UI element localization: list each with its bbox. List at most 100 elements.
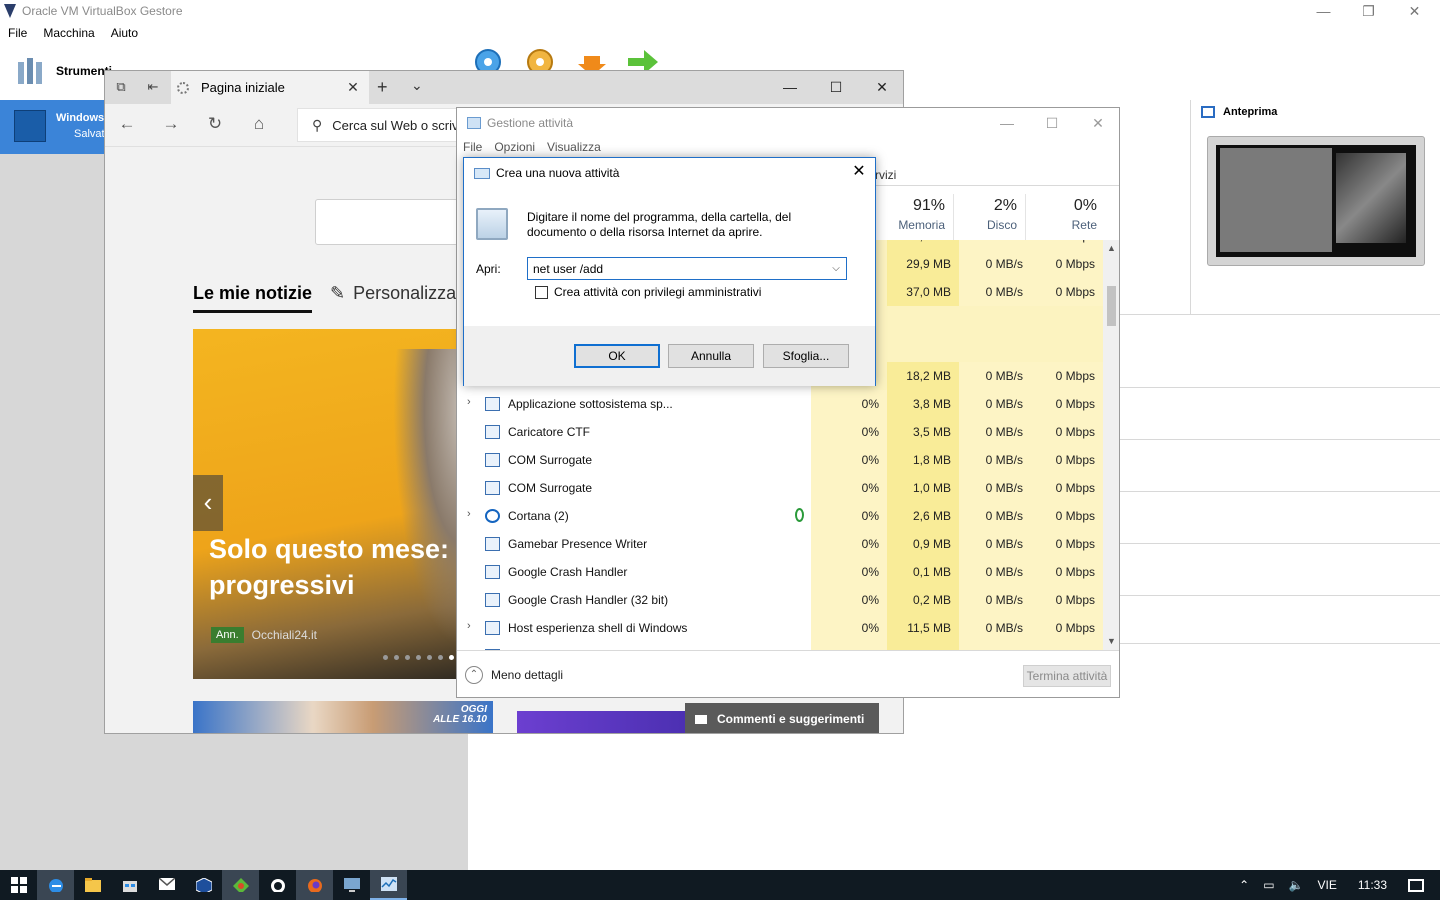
column-disk[interactable]: 2% Disco (953, 194, 1025, 240)
process-list-scrollbar[interactable]: ▲ ▼ (1103, 240, 1119, 650)
new-tab-button[interactable]: + (377, 77, 388, 98)
refresh-icon[interactable]: ↻ (203, 114, 227, 138)
open-combobox[interactable]: ⌵ (527, 257, 847, 280)
taskbar-task-manager[interactable] (370, 870, 407, 900)
network-icon[interactable]: ▭ (1256, 878, 1281, 892)
taskbar-edge[interactable] (37, 870, 74, 900)
tab-list-button[interactable]: ⌄ (411, 77, 423, 94)
network-cell: 0 Mbps (1031, 502, 1103, 530)
tm-maximize-button[interactable]: ☐ (1029, 108, 1075, 138)
disk-cell: 0 MB/s (959, 614, 1031, 642)
hero-headline: Solo questo mese: 2 progressivi (209, 534, 472, 600)
taskbar-firefox[interactable] (296, 870, 333, 900)
menu-file[interactable]: File (0, 22, 35, 44)
carousel-dots[interactable] (383, 655, 454, 660)
checkbox[interactable] (535, 285, 548, 299)
process-row[interactable]: › Cortana (2) 0% 2,6 MB 0 MB/s 0 Mbps (457, 502, 1111, 530)
tab-services[interactable]: rvizi (875, 168, 896, 182)
dialog-close-button[interactable]: ✕ (849, 162, 869, 182)
maximize-button[interactable]: ❐ (1346, 0, 1391, 22)
expand-chevron-icon[interactable]: › (467, 620, 471, 632)
tm-close-button[interactable]: ✕ (1075, 108, 1119, 138)
process-row[interactable]: › Applicazione sottosistema sp... 0% 3,8 MB… (457, 390, 1111, 418)
process-row[interactable]: COM Surrogate 0% 1,8 MB 0 MB/s 0 Mbps (457, 446, 1111, 474)
carousel-dot[interactable] (416, 655, 421, 660)
edge-close-button[interactable]: ✕ (859, 71, 903, 104)
tm-minimize-button[interactable]: — (984, 108, 1030, 138)
cancel-button[interactable]: Annulla (668, 344, 754, 368)
carousel-prev-icon[interactable]: ‹ (193, 475, 223, 531)
clock[interactable]: 11:33 (1344, 878, 1394, 892)
taskbar-store[interactable] (111, 870, 148, 900)
tabs-aside-icon[interactable]: ⧉ (113, 79, 129, 95)
tm-menu-options[interactable]: Opzioni (488, 138, 541, 158)
tab-personalize[interactable]: ✎ Personalizza (330, 283, 456, 313)
menu-macchina[interactable]: Macchina (35, 22, 102, 44)
column-memory[interactable]: 91% Memoria (875, 194, 953, 240)
carousel-dot[interactable] (383, 655, 388, 660)
edge-maximize-button[interactable]: ☐ (813, 71, 859, 104)
news-hero-card[interactable]: ‹ Solo questo mese: 2 progressivi Ann. O… (193, 329, 493, 679)
tray-chevron-up-icon[interactable]: ⌃ (1232, 878, 1256, 892)
page-search-box[interactable] (315, 199, 475, 245)
tab-my-news[interactable]: Le mie notizie (193, 283, 313, 313)
less-details-button[interactable]: ⌃ Meno dettagli (465, 666, 563, 684)
home-icon[interactable]: ⌂ (247, 114, 271, 138)
process-row[interactable]: › Host esperienza shell di Windows 0% 11,5 … (457, 614, 1111, 642)
browse-button[interactable]: Sfoglia... (763, 344, 849, 368)
process-row[interactable]: Caricatore CTF 0% 3,5 MB 0 MB/s 0 Mbps (457, 418, 1111, 446)
process-row[interactable]: Microsoft OneDrive (32 bit)0%3,2 MB0,1 M… (457, 642, 1111, 650)
tab-close-button[interactable]: ✕ (343, 79, 363, 96)
vm-list-item[interactable]: Windows Salvat (0, 100, 110, 154)
carousel-dot[interactable] (438, 655, 443, 660)
feedback-button[interactable]: Commenti e suggerimenti (685, 703, 879, 733)
language-indicator[interactable]: VIE (1311, 878, 1344, 892)
taskbar-explorer[interactable] (74, 870, 111, 900)
memory-cell (887, 334, 959, 362)
disk-cell: 0 MB/s (959, 474, 1031, 502)
taskbar-mail[interactable] (148, 870, 185, 900)
carousel-dot[interactable] (449, 655, 454, 660)
open-input[interactable] (528, 261, 826, 276)
start-button[interactable] (0, 870, 37, 900)
forward-arrow-icon[interactable]: → (159, 114, 183, 138)
taskbar-remote[interactable] (333, 870, 370, 900)
process-row[interactable]: Google Crash Handler 0% 0,1 MB 0 MB/s 0 Mbps (457, 558, 1111, 586)
edge-tabbar: ⧉ ⇤ Pagina iniziale ✕ + ⌄ — ☐ ✕ (105, 71, 903, 104)
news-thumbnail-2[interactable] (517, 711, 697, 733)
scroll-down-icon[interactable]: ▼ (1103, 633, 1119, 650)
edge-tab[interactable]: Pagina iniziale ✕ (171, 71, 369, 104)
minimize-button[interactable]: — (1301, 0, 1346, 22)
admin-checkbox[interactable]: Crea attività con privilegi amministrati… (535, 285, 761, 299)
address-placeholder: Cerca sul Web o scrivi (332, 117, 462, 133)
expand-chevron-icon[interactable]: › (467, 508, 471, 520)
set-tabs-aside-icon[interactable]: ⇤ (145, 79, 161, 95)
tm-menu-file[interactable]: File (457, 138, 488, 158)
close-button[interactable]: ✕ (1392, 0, 1437, 22)
end-task-button[interactable]: Termina attività (1023, 665, 1111, 687)
carousel-dot[interactable] (405, 655, 410, 660)
carousel-dot[interactable] (394, 655, 399, 660)
taskbar-vm-display[interactable] (222, 870, 259, 900)
edge-minimize-button[interactable]: — (767, 71, 813, 104)
volume-muted-icon[interactable]: 🔈 (1282, 878, 1311, 892)
expand-chevron-icon[interactable]: › (467, 396, 471, 408)
process-row[interactable]: COM Surrogate 0% 1,0 MB 0 MB/s 0 Mbps (457, 474, 1111, 502)
menu-aiuto[interactable]: Aiuto (103, 22, 146, 44)
news-thumbnail[interactable]: OGGI ALLE 16.10 (193, 701, 493, 733)
process-row[interactable]: Gamebar Presence Writer 0% 0,9 MB 0 MB/s 0 M… (457, 530, 1111, 558)
back-arrow-icon[interactable]: ← (115, 114, 139, 138)
scroll-up-icon[interactable]: ▲ (1103, 240, 1119, 257)
process-icon (485, 593, 500, 607)
ok-button[interactable]: OK (574, 344, 660, 368)
taskbar-app[interactable] (259, 870, 296, 900)
carousel-dot[interactable] (427, 655, 432, 660)
disk-cell: 0 MB/s (959, 446, 1031, 474)
process-row[interactable]: Google Crash Handler (32 bit) 0% 0,2 MB 0 M… (457, 586, 1111, 614)
chevron-down-icon[interactable]: ⌵ (826, 263, 846, 274)
scroll-thumb[interactable] (1107, 286, 1116, 326)
taskbar-virtualbox[interactable] (185, 870, 222, 900)
notification-icon[interactable] (1408, 878, 1424, 892)
tm-menu-view[interactable]: Visualizza (541, 138, 607, 158)
column-network[interactable]: 0% Rete (1025, 194, 1105, 240)
